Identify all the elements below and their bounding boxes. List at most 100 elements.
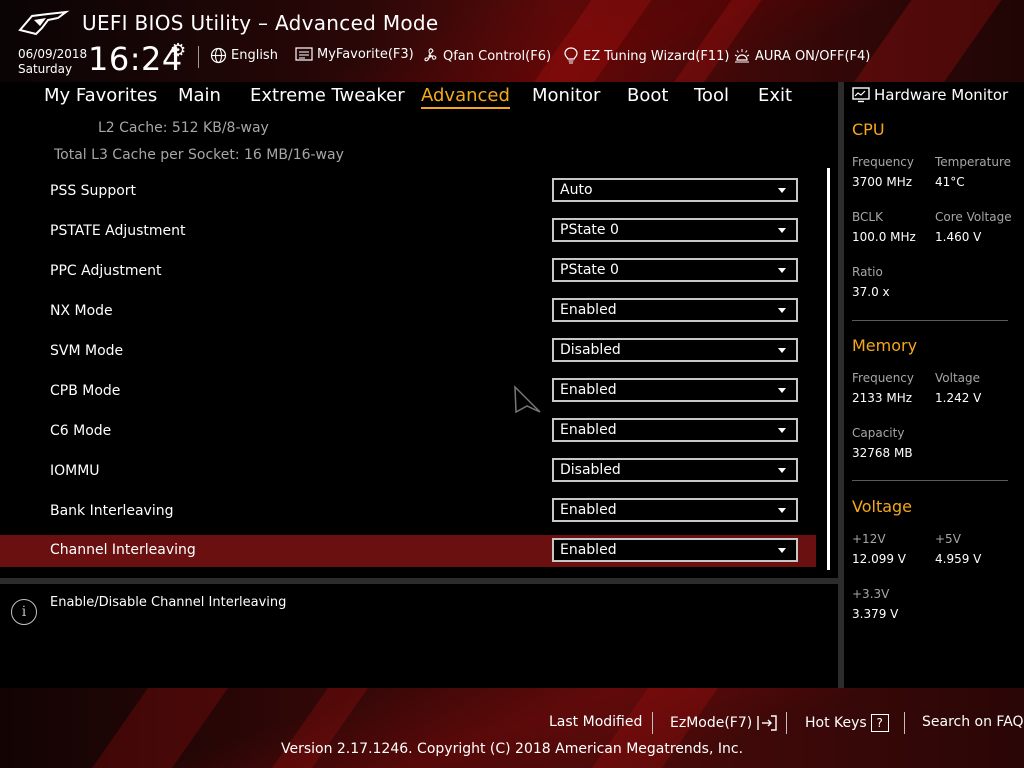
footer-divider [786,712,787,734]
memory-frequency-label: Frequency [852,371,914,385]
language-button[interactable]: English [210,47,278,64]
tab-extreme-tweaker[interactable]: Extreme Tweaker [250,85,405,106]
qfan-control-button[interactable]: Qfan Control(F6) [421,47,551,65]
ezmode-label: EzMode(F7) [670,715,753,731]
memory-frequency-value: 2133 MHz [852,391,913,405]
tab-boot[interactable]: Boot [627,85,668,106]
help-panel: i Enable/Disable Channel Interleaving [0,584,838,688]
pss-support-select[interactable]: Auto [552,178,798,202]
v33-label: +3.3V [852,587,890,601]
setting-row-bank-interleaving[interactable]: Bank Interleaving Enabled [0,497,816,529]
globe-icon [210,47,227,64]
bank-interleaving-select[interactable]: Enabled [552,498,798,522]
footer-divider [904,712,905,734]
select-value: Enabled [560,422,617,438]
last-modified-button[interactable]: Last Modified [549,714,642,730]
search-faq-label: Search on FAQ [922,714,1024,730]
dropdown-arrow-icon [778,428,786,433]
channel-interleaving-select[interactable]: Enabled [552,538,798,562]
header-bar: UEFI BIOS Utility – Advanced Mode 06/09/… [0,0,1024,82]
myfavorite-button[interactable]: MyFavorite(F3) [295,47,414,62]
memory-capacity-value: 32768 MB [852,446,913,460]
setting-label: PPC Adjustment [50,263,162,279]
section-divider [852,480,1008,481]
v33-value: 3.379 V [852,607,899,621]
tab-advanced[interactable]: Advanced [421,85,510,109]
cpu-frequency-label: Frequency [852,155,914,169]
v12-label: +12V [852,532,886,546]
hot-keys-button[interactable]: Hot Keys ? [805,714,889,732]
select-value: Enabled [560,302,617,318]
tab-main[interactable]: Main [178,85,221,106]
date-text: 06/09/2018 [18,47,88,61]
setting-label: SVM Mode [50,343,124,359]
ratio-value: 37.0 x [852,285,890,299]
lightbulb-icon [564,47,578,64]
memory-heading: Memory [852,336,918,355]
aura-light-icon [734,49,750,63]
nx-mode-select[interactable]: Enabled [552,298,798,322]
setting-row-pss-support[interactable]: PSS Support Auto [0,177,816,209]
info-icon: i [11,599,37,625]
setting-label: NX Mode [50,303,113,319]
select-value: Auto [560,182,593,198]
tab-exit[interactable]: Exit [758,85,792,106]
c6-mode-select[interactable]: Enabled [552,418,798,442]
toolbar-divider [198,46,199,68]
v12-value: 12.099 V [852,552,907,566]
tab-my-favorites[interactable]: My Favorites [44,85,157,106]
rog-logo-icon [18,10,70,36]
setting-label: CPB Mode [50,383,121,399]
dropdown-arrow-icon [778,388,786,393]
aura-toggle-button[interactable]: AURA ON/OFF(F4) [733,47,870,65]
mouse-cursor-icon [514,385,541,414]
footer-bar: Last Modified EzMode(F7) Hot Keys ? Sear… [0,688,1024,768]
cpb-mode-select[interactable]: Enabled [552,378,798,402]
time-display: 16:24 [88,40,183,78]
select-value: Enabled [560,382,617,398]
setting-row-channel-interleaving[interactable]: Channel Interleaving Enabled [0,535,816,567]
ppc-adjustment-select[interactable]: PState 0 [552,258,798,282]
setting-label: Bank Interleaving [50,503,174,519]
select-value: Enabled [560,502,617,518]
ez-tuning-label: EZ Tuning Wizard(F11) [583,48,730,64]
ez-tuning-wizard-button[interactable]: EZ Tuning Wizard(F11) [563,47,729,65]
setting-row-cpb-mode[interactable]: CPB Mode Enabled [0,377,816,409]
pstate-adjustment-select[interactable]: PState 0 [552,218,798,242]
setting-label: IOMMU [50,463,100,479]
iommu-select[interactable]: Disabled [552,458,798,482]
select-value: PState 0 [560,222,619,238]
setting-row-pstate-adjustment[interactable]: PSTATE Adjustment PState 0 [0,217,816,249]
language-label: English [231,48,278,63]
hardware-monitor-panel: Hardware Monitor CPU Frequency 3700 MHz … [844,82,1024,688]
setting-row-iommu[interactable]: IOMMU Disabled [0,457,816,489]
cpu-frequency-value: 3700 MHz [852,175,913,189]
setting-row-ppc-adjustment[interactable]: PPC Adjustment PState 0 [0,257,816,289]
setting-row-c6-mode[interactable]: C6 Mode Enabled [0,417,816,449]
day-text: Saturday [18,62,73,76]
memory-voltage-label: Voltage [935,371,981,385]
setting-row-svm-mode[interactable]: SVM Mode Disabled [0,337,816,369]
settings-scrollbar[interactable] [827,168,830,570]
memory-voltage-value: 1.242 V [935,391,982,405]
svm-mode-select[interactable]: Disabled [552,338,798,362]
monitor-icon [852,87,870,103]
bclk-value: 100.0 MHz [852,230,916,244]
setting-label: C6 Mode [50,423,112,439]
core-voltage-value: 1.460 V [935,230,982,244]
memory-capacity-label: Capacity [852,426,905,440]
ratio-label: Ratio [852,265,883,279]
bclk-label: BCLK [852,210,883,224]
gear-icon[interactable]: ⚙ [170,40,186,61]
setting-label: PSS Support [50,183,137,199]
dropdown-arrow-icon [778,548,786,553]
hot-keys-label: Hot Keys [805,715,867,731]
tab-monitor[interactable]: Monitor [532,85,600,106]
ezmode-button[interactable]: EzMode(F7) [670,714,778,732]
app-title: UEFI BIOS Utility – Advanced Mode [82,11,439,35]
setting-row-nx-mode[interactable]: NX Mode Enabled [0,297,816,329]
exit-arrow-icon [757,715,777,731]
tab-tool[interactable]: Tool [694,85,729,106]
search-faq-button[interactable]: Search on FAQ [922,714,1024,730]
section-divider [852,320,1008,321]
